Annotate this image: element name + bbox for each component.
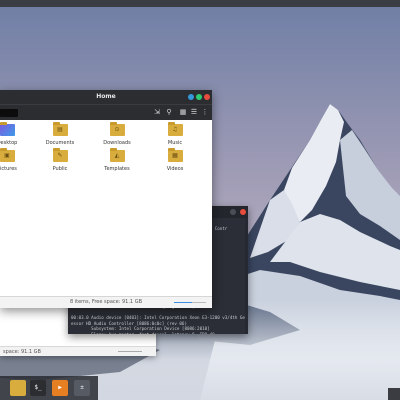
templates-folder-icon: ◭ — [109, 148, 125, 162]
new-tab-icon[interactable]: ⇲ — [153, 108, 161, 117]
file-item[interactable]: ▦ Videos — [155, 148, 195, 180]
menu-icon[interactable]: ⋮ — [201, 108, 209, 117]
files-dock-icon[interactable] — [10, 380, 26, 396]
file-item[interactable]: ▣ Pictures — [0, 148, 27, 180]
terminal-line: Flags: bus master, fast devsel, latency … — [71, 332, 245, 334]
file-item-label: Videos — [166, 166, 184, 172]
corner-button[interactable] — [388, 388, 400, 400]
minimize-button[interactable] — [196, 94, 202, 100]
file-item[interactable]: ✎ Public — [40, 148, 80, 180]
terminal-maximize-button[interactable] — [230, 209, 236, 215]
pictures-folder-icon: ▣ — [0, 148, 15, 162]
music-folder-icon: ♫ — [167, 122, 183, 136]
zoom-slider[interactable] — [118, 351, 142, 352]
file-item-label: Music — [167, 140, 183, 146]
terminal-line: 00:03.0 Audio device [0403]: Intel Corpo… — [71, 315, 248, 321]
media-player-dock-icon[interactable]: ▶ — [52, 380, 68, 396]
status-text: 8 items, Free space: 91.1 GB — [69, 299, 143, 305]
file-item-label: Desktop — [0, 140, 18, 146]
file-item-label: Public — [52, 166, 68, 172]
list-view-icon[interactable]: ☰ — [190, 108, 198, 117]
terminal-scrollbar[interactable] — [245, 218, 248, 334]
terminal-dock-icon[interactable]: $_ — [30, 380, 46, 396]
calculator-dock-icon[interactable]: ± — [74, 380, 90, 396]
videos-folder-icon: ▦ — [167, 148, 183, 162]
zoom-slider-track — [192, 302, 206, 303]
public-folder-icon: ✎ — [52, 148, 68, 162]
file-view[interactable]: Desktop ▤ Documents ⊙ Downloads ♫ Music ▣ Pictur… — [0, 120, 212, 296]
maximize-button[interactable] — [188, 94, 194, 100]
top-panel — [0, 0, 400, 7]
file-manager-window[interactable]: Home ⇲ ⚲ ▦ ☰ ⋮ Desktop ▤ Documents ⊙ Downloa… — [0, 90, 212, 308]
dock: $_ ▶ ± — [0, 376, 98, 400]
downloads-folder-icon: ⊙ — [109, 122, 125, 136]
location-bar[interactable] — [0, 109, 18, 117]
status-bar: 8 items, Free space: 91.1 GB — [0, 296, 212, 308]
grid-view-icon[interactable]: ▦ — [179, 108, 187, 117]
search-icon[interactable]: ⚲ — [165, 108, 173, 117]
file-item[interactable]: ◭ Templates — [97, 148, 137, 180]
window-title: Home — [96, 93, 116, 100]
close-button[interactable] — [204, 94, 210, 100]
file-item-label: Pictures — [0, 166, 17, 172]
desktop-icon — [0, 122, 15, 136]
terminal-close-button[interactable] — [240, 209, 246, 215]
documents-folder-icon: ▤ — [52, 122, 68, 136]
status-text: space: 91.1 GB — [3, 349, 41, 355]
file-item-label: Documents — [45, 140, 75, 146]
file-item-label: Downloads — [103, 140, 131, 146]
zoom-slider[interactable] — [174, 302, 192, 303]
file-manager-toolbar: ⇲ ⚲ ▦ ☰ ⋮ — [0, 104, 212, 120]
file-manager-titlebar[interactable]: Home — [0, 90, 212, 104]
file-item-label: Templates — [104, 166, 130, 172]
